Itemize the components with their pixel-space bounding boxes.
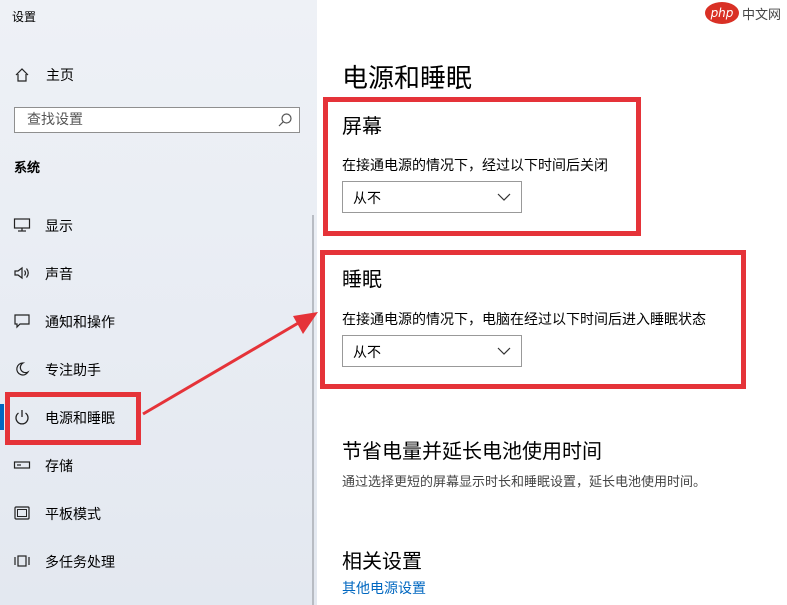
watermark: php 中文网 bbox=[704, 2, 781, 24]
watermark-site: 中文网 bbox=[741, 7, 781, 23]
annotation-arrow bbox=[142, 312, 318, 416]
watermark-logo: php bbox=[704, 2, 739, 24]
